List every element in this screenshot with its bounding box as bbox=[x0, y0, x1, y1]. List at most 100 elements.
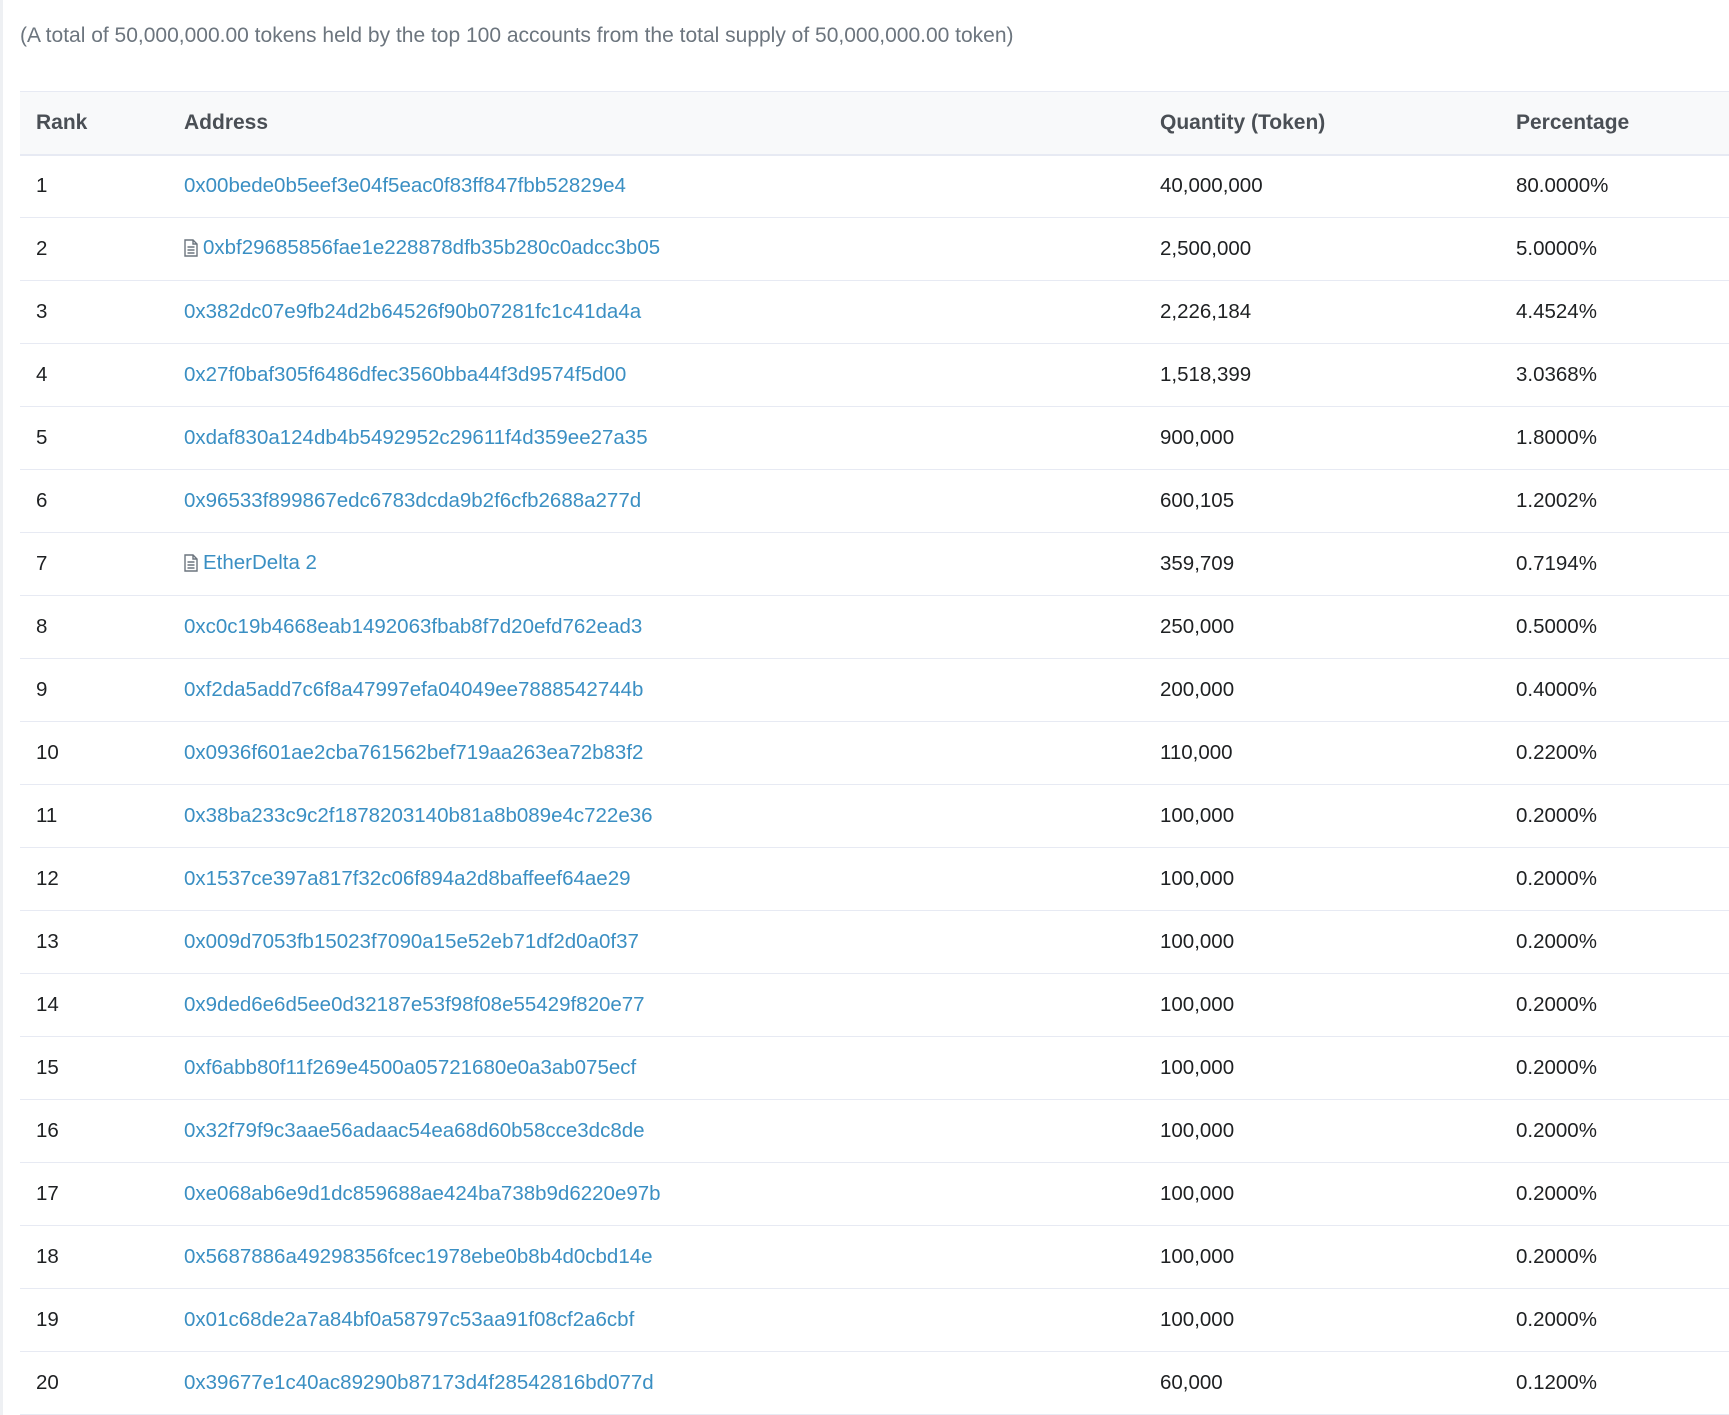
quantity-cell: 359,709 bbox=[1144, 532, 1500, 596]
rank-cell: 18 bbox=[20, 1225, 168, 1289]
percentage-cell: 0.7194% bbox=[1500, 532, 1729, 596]
quantity-cell: 100,000 bbox=[1144, 1288, 1500, 1352]
rank-cell: 2 bbox=[20, 217, 168, 281]
column-header-rank: Rank bbox=[20, 91, 168, 156]
address-cell: 0xf6abb80f11f269e4500a05721680e0a3ab075e… bbox=[168, 1036, 1144, 1100]
percentage-cell: 0.2000% bbox=[1500, 1036, 1729, 1100]
quantity-cell: 600,105 bbox=[1144, 469, 1500, 533]
quantity-cell: 100,000 bbox=[1144, 973, 1500, 1037]
holder-address-link[interactable]: 0xe068ab6e9d1dc859688ae424ba738b9d6220e9… bbox=[184, 1182, 661, 1205]
holder-address-link[interactable]: 0xbf29685856fae1e228878dfb35b280c0adcc3b… bbox=[203, 236, 660, 259]
table-row: 11 0x38ba233c9c2f1878203140b81a8b089e4c72… bbox=[20, 784, 1729, 848]
table-row: 9 0xf2da5add7c6f8a47997efa04049ee78885427… bbox=[20, 658, 1729, 722]
percentage-cell: 0.2000% bbox=[1500, 1162, 1729, 1226]
table-row: 20 0x39677e1c40ac89290b87173d4f28542816bd… bbox=[20, 1351, 1729, 1415]
holder-address-link[interactable]: 0x1537ce397a817f32c06f894a2d8baffeef64ae… bbox=[184, 867, 631, 890]
holder-address-link[interactable]: 0x01c68de2a7a84bf0a58797c53aa91f08cf2a6c… bbox=[184, 1308, 634, 1331]
rank-cell: 11 bbox=[20, 784, 168, 848]
table-row: 16 0x32f79f9c3aae56adaac54ea68d60b58cce3d… bbox=[20, 1099, 1729, 1163]
percentage-cell: 0.2000% bbox=[1500, 910, 1729, 974]
column-header-address: Address bbox=[168, 91, 1144, 156]
quantity-cell: 110,000 bbox=[1144, 721, 1500, 785]
rank-cell: 19 bbox=[20, 1288, 168, 1352]
rank-cell: 15 bbox=[20, 1036, 168, 1100]
holder-address-link[interactable]: 0x009d7053fb15023f7090a15e52eb71df2d0a0f… bbox=[184, 930, 639, 953]
address-cell: 0xbf29685856fae1e228878dfb35b280c0adcc3b… bbox=[168, 217, 1144, 281]
percentage-cell: 4.4524% bbox=[1500, 280, 1729, 344]
quantity-cell: 40,000,000 bbox=[1144, 154, 1500, 218]
table-row: 18 0x5687886a49298356fcec1978ebe0b8b4d0cb… bbox=[20, 1225, 1729, 1289]
file-text-icon bbox=[184, 238, 198, 263]
holder-address-link[interactable]: 0x27f0baf305f6486dfec3560bba44f3d9574f5d… bbox=[184, 363, 626, 386]
quantity-cell: 2,226,184 bbox=[1144, 280, 1500, 344]
percentage-cell: 5.0000% bbox=[1500, 217, 1729, 281]
holders-summary: (A total of 50,000,000.00 tokens held by… bbox=[20, 24, 1014, 47]
address-cell: 0x1537ce397a817f32c06f894a2d8baffeef64ae… bbox=[168, 847, 1144, 911]
table-row: 12 0x1537ce397a817f32c06f894a2d8baffeef64… bbox=[20, 847, 1729, 911]
address-cell: 0x01c68de2a7a84bf0a58797c53aa91f08cf2a6c… bbox=[168, 1288, 1144, 1352]
holder-address-link[interactable]: 0x96533f899867edc6783dcda9b2f6cfb2688a27… bbox=[184, 489, 641, 512]
address-cell: 0x009d7053fb15023f7090a15e52eb71df2d0a0f… bbox=[168, 910, 1144, 974]
quantity-cell: 100,000 bbox=[1144, 1036, 1500, 1100]
table-row: 13 0x009d7053fb15023f7090a15e52eb71df2d0a… bbox=[20, 910, 1729, 974]
rank-cell: 20 bbox=[20, 1351, 168, 1415]
quantity-cell: 100,000 bbox=[1144, 1162, 1500, 1226]
table-row: 2 0xbf29685856fae1e228878dfb35b280c0adcc3… bbox=[20, 217, 1729, 281]
percentage-cell: 0.2000% bbox=[1500, 1225, 1729, 1289]
quantity-cell: 100,000 bbox=[1144, 1099, 1500, 1163]
percentage-cell: 80.0000% bbox=[1500, 154, 1729, 218]
percentage-cell: 0.5000% bbox=[1500, 595, 1729, 659]
percentage-cell: 0.2000% bbox=[1500, 784, 1729, 848]
percentage-cell: 0.2200% bbox=[1500, 721, 1729, 785]
rank-cell: 6 bbox=[20, 469, 168, 533]
rank-cell: 9 bbox=[20, 658, 168, 722]
column-header-percentage: Percentage bbox=[1500, 91, 1729, 156]
table-row: 8 0xc0c19b4668eab1492063fbab8f7d20efd762e… bbox=[20, 595, 1729, 659]
rank-cell: 3 bbox=[20, 280, 168, 344]
table-row: 19 0x01c68de2a7a84bf0a58797c53aa91f08cf2a… bbox=[20, 1288, 1729, 1352]
quantity-cell: 100,000 bbox=[1144, 910, 1500, 974]
holder-address-link[interactable]: EtherDelta 2 bbox=[203, 551, 317, 574]
quantity-cell: 100,000 bbox=[1144, 847, 1500, 911]
holder-address-link[interactable]: 0xc0c19b4668eab1492063fbab8f7d20efd762ea… bbox=[184, 615, 642, 638]
percentage-cell: 1.2002% bbox=[1500, 469, 1729, 533]
percentage-cell: 1.8000% bbox=[1500, 406, 1729, 470]
rank-cell: 13 bbox=[20, 910, 168, 974]
quantity-cell: 200,000 bbox=[1144, 658, 1500, 722]
percentage-cell: 0.2000% bbox=[1500, 973, 1729, 1037]
table-header-row: Rank Address Quantity (Token) Percentage bbox=[20, 91, 1729, 156]
holder-address-link[interactable]: 0x38ba233c9c2f1878203140b81a8b089e4c722e… bbox=[184, 804, 653, 827]
rank-cell: 10 bbox=[20, 721, 168, 785]
quantity-cell: 2,500,000 bbox=[1144, 217, 1500, 281]
quantity-cell: 250,000 bbox=[1144, 595, 1500, 659]
table-body: 1 0x00bede0b5eef3e04f5eac0f83ff847fbb5282… bbox=[20, 154, 1729, 1415]
token-holders-table: Rank Address Quantity (Token) Percentage… bbox=[20, 91, 1729, 1415]
address-cell: 0xdaf830a124db4b5492952c29611f4d359ee27a… bbox=[168, 406, 1144, 470]
percentage-cell: 0.4000% bbox=[1500, 658, 1729, 722]
address-cell: 0x39677e1c40ac89290b87173d4f28542816bd07… bbox=[168, 1351, 1144, 1415]
holder-address-link[interactable]: 0x00bede0b5eef3e04f5eac0f83ff847fbb52829… bbox=[184, 174, 626, 197]
holder-address-link[interactable]: 0x382dc07e9fb24d2b64526f90b07281fc1c41da… bbox=[184, 300, 641, 323]
holder-address-link[interactable]: 0xf2da5add7c6f8a47997efa04049ee788854274… bbox=[184, 678, 643, 701]
holder-address-link[interactable]: 0x5687886a49298356fcec1978ebe0b8b4d0cbd1… bbox=[184, 1245, 653, 1268]
rank-cell: 14 bbox=[20, 973, 168, 1037]
address-cell: 0x0936f601ae2cba761562bef719aa263ea72b83… bbox=[168, 721, 1144, 785]
address-cell: 0x5687886a49298356fcec1978ebe0b8b4d0cbd1… bbox=[168, 1225, 1144, 1289]
rank-cell: 17 bbox=[20, 1162, 168, 1226]
quantity-cell: 1,518,399 bbox=[1144, 343, 1500, 407]
holder-address-link[interactable]: 0x39677e1c40ac89290b87173d4f28542816bd07… bbox=[184, 1371, 654, 1394]
holder-address-link[interactable]: 0x32f79f9c3aae56adaac54ea68d60b58cce3dc8… bbox=[184, 1119, 645, 1142]
table-row: 14 0x9ded6e6d5ee0d32187e53f98f08e55429f82… bbox=[20, 973, 1729, 1037]
holder-address-link[interactable]: 0xf6abb80f11f269e4500a05721680e0a3ab075e… bbox=[184, 1056, 636, 1079]
holder-address-link[interactable]: 0xdaf830a124db4b5492952c29611f4d359ee27a… bbox=[184, 426, 648, 449]
address-cell: 0x00bede0b5eef3e04f5eac0f83ff847fbb52829… bbox=[168, 154, 1144, 218]
percentage-cell: 0.1200% bbox=[1500, 1351, 1729, 1415]
address-cell: 0x96533f899867edc6783dcda9b2f6cfb2688a27… bbox=[168, 469, 1144, 533]
percentage-cell: 0.2000% bbox=[1500, 847, 1729, 911]
table-row: 1 0x00bede0b5eef3e04f5eac0f83ff847fbb5282… bbox=[20, 154, 1729, 218]
holder-address-link[interactable]: 0x9ded6e6d5ee0d32187e53f98f08e55429f820e… bbox=[184, 993, 645, 1016]
table-row: 10 0x0936f601ae2cba761562bef719aa263ea72b… bbox=[20, 721, 1729, 785]
quantity-cell: 60,000 bbox=[1144, 1351, 1500, 1415]
holder-address-link[interactable]: 0x0936f601ae2cba761562bef719aa263ea72b83… bbox=[184, 741, 643, 764]
rank-cell: 7 bbox=[20, 532, 168, 596]
